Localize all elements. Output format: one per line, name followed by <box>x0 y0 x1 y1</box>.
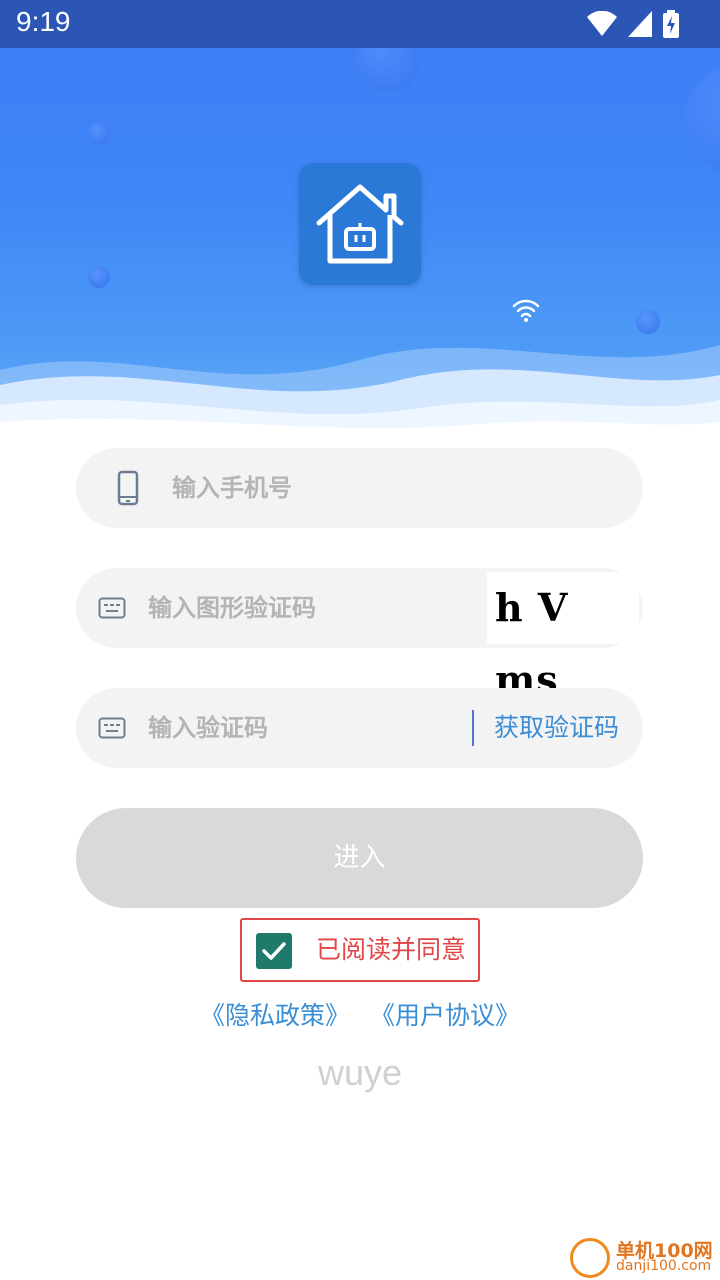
watermark-line2: danji100.com <box>616 1258 712 1274</box>
phone-input-placeholder: 输入手机号 <box>172 474 292 502</box>
user-agreement-link[interactable]: 《用户协议》 <box>370 1001 520 1030</box>
policy-links: 《隐私政策》 《用户协议》 <box>0 996 720 1032</box>
header-banner <box>0 0 720 440</box>
privacy-policy-link[interactable]: 《隐私政策》 <box>200 1001 350 1030</box>
watermark: 单机100网 danji100.com <box>570 1236 720 1280</box>
sms-code-input-field[interactable]: 输入验证码 获取验证码 <box>76 688 643 768</box>
status-time: 9:19 <box>16 6 71 37</box>
watermark-logo-icon <box>570 1238 610 1278</box>
cell-signal-icon <box>628 11 652 37</box>
captcha-input-field[interactable]: 输入图形验证码 h V ms <box>76 568 643 702</box>
agreement-checkbox[interactable] <box>256 933 292 969</box>
captcha-image[interactable]: h V ms <box>487 572 639 702</box>
field-divider <box>472 710 474 746</box>
decor-bubble <box>88 266 110 288</box>
agreement-text: 已阅读并同意 <box>316 935 467 964</box>
status-bar: 9:19 <box>0 0 720 48</box>
brand-text: wuye <box>317 1052 403 1093</box>
decor-bubble <box>88 122 110 144</box>
checkmark-icon <box>262 942 286 960</box>
phone-input-field[interactable]: 输入手机号 <box>76 448 643 528</box>
agreement-box: 已阅读并同意 <box>240 918 480 982</box>
house-icon <box>316 184 404 264</box>
keyboard-icon <box>98 717 126 739</box>
app-logo <box>299 163 421 285</box>
sms-code-input-placeholder: 输入验证码 <box>148 714 268 742</box>
wifi-signal-icon <box>587 11 617 36</box>
enter-button[interactable]: 进入 <box>76 808 643 908</box>
get-code-button[interactable]: 获取验证码 <box>494 688 619 768</box>
phone-icon <box>117 470 139 506</box>
decor-bubble <box>684 64 720 174</box>
wave-decoration <box>0 345 720 440</box>
battery-icon <box>663 10 679 38</box>
keyboard-icon <box>98 597 126 619</box>
captcha-input-placeholder: 输入图形验证码 <box>148 594 316 622</box>
wifi-icon <box>512 299 540 322</box>
